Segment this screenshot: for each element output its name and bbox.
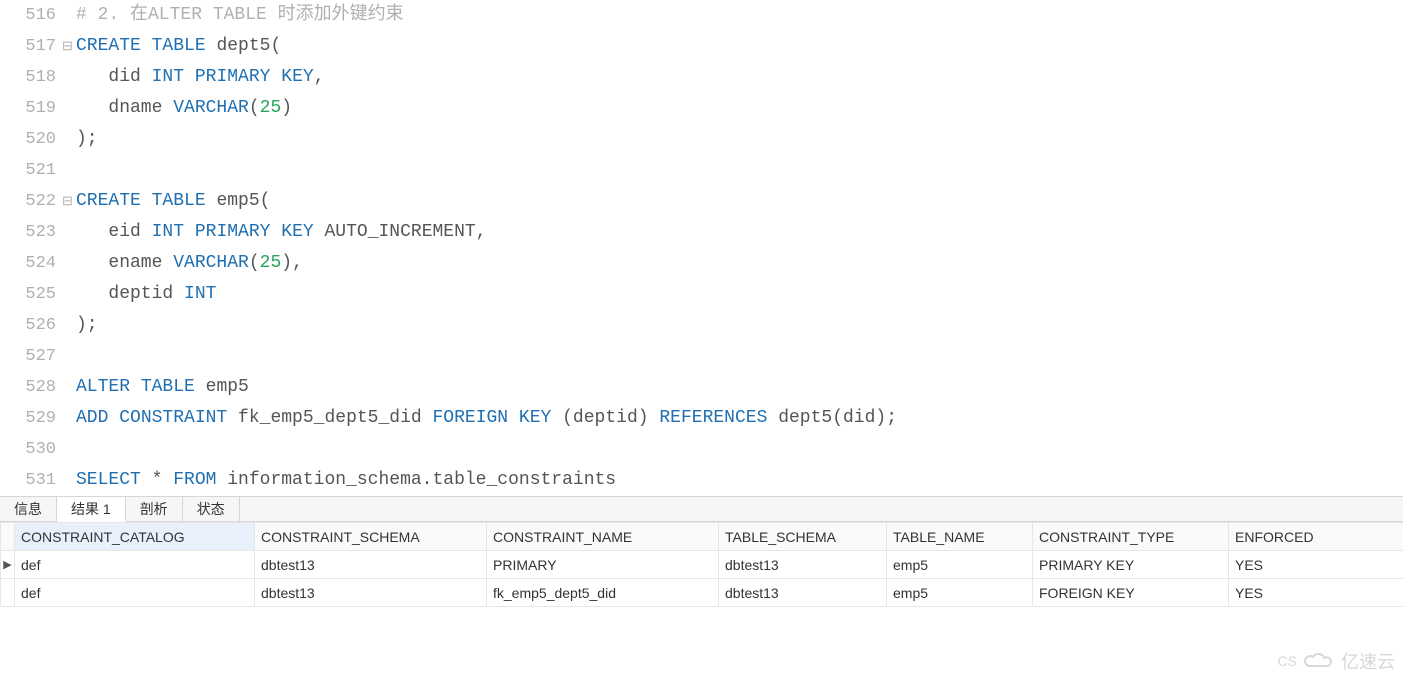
code-content[interactable]: ); [76,124,98,155]
code-content[interactable]: did INT PRIMARY KEY, [76,62,325,93]
line-number: 531 [0,465,62,496]
line-number: 521 [0,155,62,186]
code-line[interactable]: 517⊟CREATE TABLE dept5( [0,31,1403,62]
line-number: 519 [0,93,62,124]
line-number: 516 [0,0,62,31]
line-number: 526 [0,310,62,341]
code-line[interactable]: 526); [0,310,1403,341]
table-cell[interactable]: def [15,551,255,579]
code-content[interactable]: CREATE TABLE emp5( [76,186,270,217]
line-number: 522 [0,186,62,217]
fold-marker[interactable]: ⊟ [62,31,76,62]
table-cell[interactable]: emp5 [887,551,1033,579]
results-panel: CONSTRAINT_CATALOGCONSTRAINT_SCHEMACONST… [0,522,1403,607]
table-row[interactable]: defdbtest13fk_emp5_dept5_diddbtest13emp5… [1,579,1403,607]
code-content[interactable]: dname VARCHAR(25) [76,93,292,124]
line-number: 517 [0,31,62,62]
row-marker-header [1,523,15,551]
code-content[interactable]: ADD CONSTRAINT fk_emp5_dept5_did FOREIGN… [76,403,897,434]
code-line[interactable]: 523 eid INT PRIMARY KEY AUTO_INCREMENT, [0,217,1403,248]
code-content[interactable]: ); [76,310,98,341]
line-number: 528 [0,372,62,403]
code-line[interactable]: 518 did INT PRIMARY KEY, [0,62,1403,93]
code-line[interactable]: 525 deptid INT [0,279,1403,310]
code-content[interactable]: eid INT PRIMARY KEY AUTO_INCREMENT, [76,217,487,248]
code-line[interactable]: 524 ename VARCHAR(25), [0,248,1403,279]
table-header-row: CONSTRAINT_CATALOGCONSTRAINT_SCHEMACONST… [1,523,1403,551]
line-number: 524 [0,248,62,279]
sql-editor[interactable]: 516# 2. 在ALTER TABLE 时添加外键约束517⊟CREATE T… [0,0,1403,496]
result-tabs: 信息结果 1剖析状态 [0,496,1403,522]
watermark-text-right: 亿速云 [1341,648,1395,674]
code-line[interactable]: 516 # 2. 在ALTER TABLE 时添加外键约束 [0,0,1403,31]
code-line[interactable]: 528 ALTER TABLE emp5 [0,372,1403,403]
tab-info[interactable]: 信息 [0,497,57,521]
table-cell[interactable]: dbtest13 [255,579,487,607]
column-header[interactable]: CONSTRAINT_TYPE [1033,523,1229,551]
line-number: 520 [0,124,62,155]
code-content[interactable]: deptid INT [76,279,216,310]
table-cell[interactable]: dbtest13 [719,579,887,607]
column-header[interactable]: ENFORCED [1229,523,1403,551]
table-cell[interactable]: emp5 [887,579,1033,607]
column-header[interactable]: CONSTRAINT_NAME [487,523,719,551]
code-line[interactable]: 522⊟CREATE TABLE emp5( [0,186,1403,217]
table-cell[interactable]: PRIMARY [487,551,719,579]
code-line[interactable]: 521 [0,155,1403,186]
table-cell[interactable]: dbtest13 [719,551,887,579]
line-number: 523 [0,217,62,248]
tab-result[interactable]: 结果 1 [57,497,126,522]
column-header[interactable]: CONSTRAINT_SCHEMA [255,523,487,551]
code-line[interactable]: 531 SELECT * FROM information_schema.tabl… [0,465,1403,496]
code-line[interactable]: 519 dname VARCHAR(25) [0,93,1403,124]
column-header[interactable]: TABLE_SCHEMA [719,523,887,551]
watermark-text-left: CS [1278,653,1297,669]
table-cell[interactable]: dbtest13 [255,551,487,579]
code-content[interactable]: SELECT * FROM information_schema.table_c… [76,465,616,496]
table-cell[interactable]: YES [1229,551,1403,579]
results-table[interactable]: CONSTRAINT_CATALOGCONSTRAINT_SCHEMACONST… [0,522,1403,607]
line-number: 527 [0,341,62,372]
cloud-icon [1301,651,1337,671]
row-marker: ▶ [1,551,15,579]
line-number: 518 [0,62,62,93]
line-number: 529 [0,403,62,434]
tab-profile[interactable]: 剖析 [126,497,183,521]
column-header[interactable]: CONSTRAINT_CATALOG [15,523,255,551]
code-line[interactable]: 530 [0,434,1403,465]
table-cell[interactable]: PRIMARY KEY [1033,551,1229,579]
table-cell[interactable]: YES [1229,579,1403,607]
code-line[interactable]: 520); [0,124,1403,155]
watermark: CS 亿速云 [1278,648,1395,674]
table-row[interactable]: ▶defdbtest13PRIMARYdbtest13emp5PRIMARY K… [1,551,1403,579]
fold-marker[interactable]: ⊟ [62,186,76,217]
line-number: 525 [0,279,62,310]
table-cell[interactable]: fk_emp5_dept5_did [487,579,719,607]
code-content[interactable]: CREATE TABLE dept5( [76,31,281,62]
code-content[interactable]: ename VARCHAR(25), [76,248,303,279]
code-line[interactable]: 527 [0,341,1403,372]
row-marker [1,579,15,607]
column-header[interactable]: TABLE_NAME [887,523,1033,551]
code-line[interactable]: 529 ADD CONSTRAINT fk_emp5_dept5_did FORE… [0,403,1403,434]
line-number: 530 [0,434,62,465]
code-content[interactable]: ALTER TABLE emp5 [76,372,249,403]
table-cell[interactable]: def [15,579,255,607]
table-cell[interactable]: FOREIGN KEY [1033,579,1229,607]
code-content[interactable]: # 2. 在ALTER TABLE 时添加外键约束 [76,0,404,31]
tab-status[interactable]: 状态 [183,497,240,521]
